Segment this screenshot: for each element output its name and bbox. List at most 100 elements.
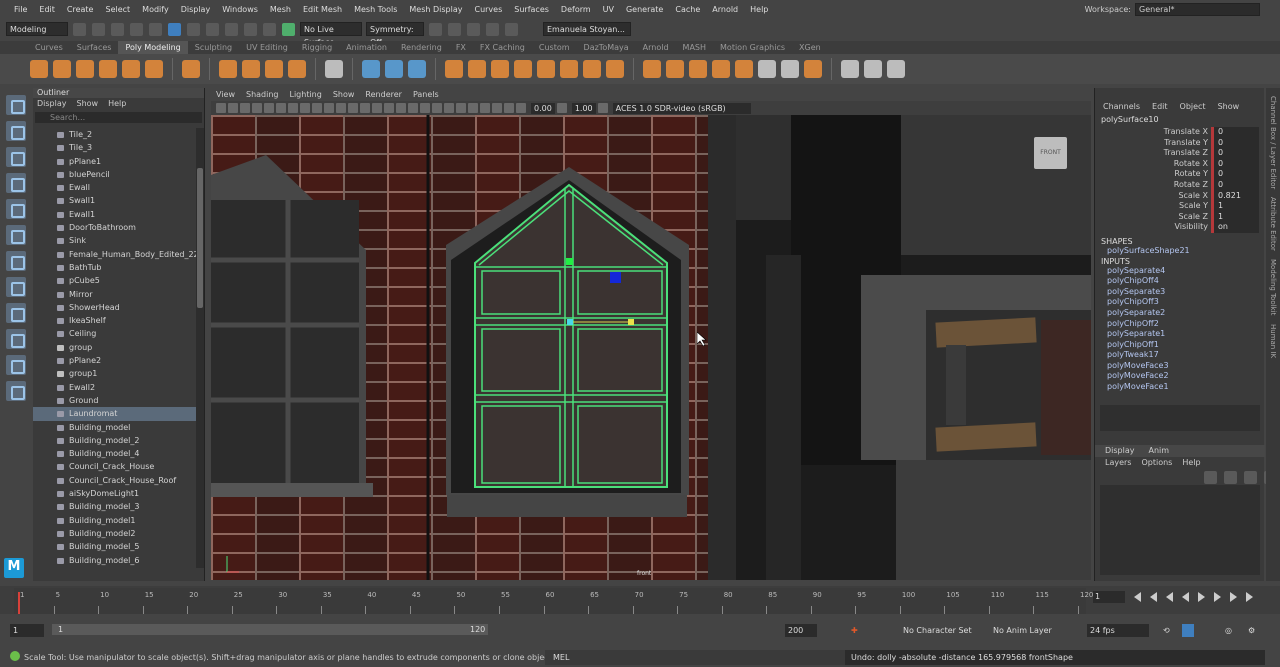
channel-menu-object[interactable]: Object [1180, 102, 1206, 111]
outliner-item[interactable]: IkeaShelf [33, 314, 196, 327]
channel-row[interactable]: Rotate Y0 [1095, 169, 1264, 180]
smooth-shade-icon[interactable] [360, 103, 370, 113]
manipulator-y-handle[interactable] [566, 258, 573, 265]
menu-mesh-tools[interactable]: Mesh Tools [348, 5, 403, 14]
channel-row[interactable]: Rotate Z0 [1095, 179, 1264, 191]
menu-mesh[interactable]: Mesh [264, 5, 297, 14]
boolean-icon[interactable] [445, 60, 463, 78]
fill-hole-icon[interactable] [537, 60, 555, 78]
safe-title-icon[interactable] [336, 103, 346, 113]
poly-text-icon[interactable] [265, 60, 283, 78]
key-icon[interactable]: ✚ [848, 624, 860, 637]
menu-generate[interactable]: Generate [620, 5, 669, 14]
new-layer-icon[interactable] [1244, 471, 1257, 484]
input-node[interactable]: polySeparate1 [1095, 329, 1264, 340]
time-slider[interactable]: 1 5 10 15 20 25 30 35 40 45 50 55 60 65 70 75 80 85 90 95 10… [14, 588, 1093, 614]
outliner-item[interactable]: BathTub [33, 261, 196, 274]
viewport-menu-show[interactable]: Show [333, 89, 355, 101]
outliner-item[interactable]: Building_model2 [33, 527, 196, 540]
outliner-item[interactable]: Building_model [33, 421, 196, 434]
outliner-item[interactable]: Building_model_4 [33, 447, 196, 460]
ambient-occlusion-icon[interactable] [420, 103, 430, 113]
channel-menu-channels[interactable]: Channels [1103, 102, 1140, 111]
channel-row[interactable]: Translate X0 [1095, 127, 1264, 138]
shelf-tab-poly-modeling[interactable]: Poly Modeling [118, 41, 188, 54]
channel-row[interactable]: Scale Y1 [1095, 201, 1264, 212]
outliner-item[interactable]: Building_model_6 [33, 554, 196, 567]
input-node[interactable]: polyMoveFace3 [1095, 361, 1264, 372]
channel-value[interactable]: 0 [1211, 137, 1259, 149]
input-node[interactable]: polySeparate3 [1095, 287, 1264, 298]
input-node[interactable]: polyChipOff2 [1095, 319, 1264, 330]
hypershade-icon[interactable] [486, 22, 499, 36]
shelf-tab-fx-caching[interactable]: FX Caching [473, 41, 532, 54]
outliner-search-input[interactable]: Search... [35, 112, 202, 123]
menu-arnold[interactable]: Arnold [706, 5, 744, 14]
poly-star-icon[interactable] [219, 60, 237, 78]
resolution-gate-icon[interactable] [288, 103, 298, 113]
outliner-item[interactable]: pPlane1 [33, 155, 196, 168]
rotate-tool-icon[interactable] [6, 199, 26, 219]
smooth-icon[interactable] [408, 60, 426, 78]
gate-mask-icon[interactable] [300, 103, 310, 113]
script-language-toggle[interactable]: MEL [545, 650, 845, 665]
channel-row[interactable]: Scale Z1 [1095, 211, 1264, 223]
menu-windows[interactable]: Windows [216, 5, 264, 14]
step-back-frame-icon[interactable] [1166, 592, 1173, 602]
outliner-item[interactable]: Tile_2 [33, 128, 196, 141]
move-layer-down-icon[interactable] [1224, 471, 1237, 484]
outliner-item[interactable]: Mirror [33, 288, 196, 301]
viewport-menu-panels[interactable]: Panels [413, 89, 439, 101]
channel-row[interactable]: Translate Y0 [1095, 137, 1264, 149]
outliner-item[interactable]: Sink [33, 234, 196, 247]
merge-icon[interactable] [689, 60, 707, 78]
input-node[interactable]: polyMoveFace1 [1095, 382, 1264, 393]
render-icon[interactable] [429, 22, 442, 36]
outliner-item[interactable]: pPlane2 [33, 354, 196, 367]
shelf-tab-surfaces[interactable]: Surfaces [70, 41, 119, 54]
shelf-tab-arnold[interactable]: Arnold [636, 41, 676, 54]
viewport-menu-renderer[interactable]: Renderer [365, 89, 402, 101]
channel-menu-show[interactable]: Show [1218, 102, 1240, 111]
layer-menu-help[interactable]: Help [1182, 457, 1200, 469]
gamma-field[interactable]: 1.00 [571, 102, 596, 114]
grid-icon[interactable] [264, 103, 274, 113]
input-node[interactable]: polySeparate2 [1095, 308, 1264, 319]
outliner-item[interactable]: Building_model_3 [33, 500, 196, 513]
insert-edge-loop-icon[interactable] [643, 60, 661, 78]
shelf-tab-rendering[interactable]: Rendering [394, 41, 449, 54]
xray-icon[interactable] [480, 103, 490, 113]
shadows-icon[interactable] [408, 103, 418, 113]
channel-row[interactable]: Visibility on [1095, 222, 1264, 233]
outliner-item[interactable]: Tile_3 [33, 141, 196, 154]
undo-icon[interactable] [130, 22, 143, 36]
input-node[interactable]: polyTweak17 [1095, 350, 1264, 361]
bevel-icon[interactable] [514, 60, 532, 78]
select-object-icon[interactable] [187, 22, 200, 36]
lasso-tool-icon[interactable] [6, 121, 26, 141]
select-component-icon[interactable] [206, 22, 219, 36]
manipulator-z-handle[interactable] [610, 272, 621, 283]
bridge-icon[interactable] [491, 60, 509, 78]
sound-icon[interactable] [1182, 624, 1194, 637]
shelf-tab-daztomaya[interactable]: DazToMaya [577, 41, 636, 54]
quad-draw-icon[interactable] [841, 60, 859, 78]
xray-joints-icon[interactable] [492, 103, 502, 113]
move-layer-up-icon[interactable] [1204, 471, 1217, 484]
workspace-selector[interactable]: Workspace: General* [1085, 3, 1260, 16]
anim-start-field[interactable]: 1 [10, 624, 44, 637]
outliner-item[interactable]: group [33, 341, 196, 354]
uv-grid-icon[interactable] [325, 60, 343, 78]
go-start-icon[interactable] [1134, 592, 1141, 602]
outliner-item[interactable]: Building_model1 [33, 514, 196, 527]
input-node[interactable]: polyChipOff1 [1095, 340, 1264, 351]
safe-action-icon[interactable] [324, 103, 334, 113]
poly-cylinder-icon[interactable] [76, 60, 94, 78]
ipr-render-icon[interactable] [448, 22, 461, 36]
channel-value[interactable]: 0 [1211, 169, 1259, 180]
current-time-marker[interactable] [18, 592, 20, 614]
menu-edit-mesh[interactable]: Edit Mesh [297, 5, 348, 14]
fps-dropdown[interactable]: 24 fps [1087, 624, 1149, 637]
workspace-dropdown[interactable]: General* [1135, 3, 1260, 16]
shelf-tab-sculpting[interactable]: Sculpting [188, 41, 239, 54]
